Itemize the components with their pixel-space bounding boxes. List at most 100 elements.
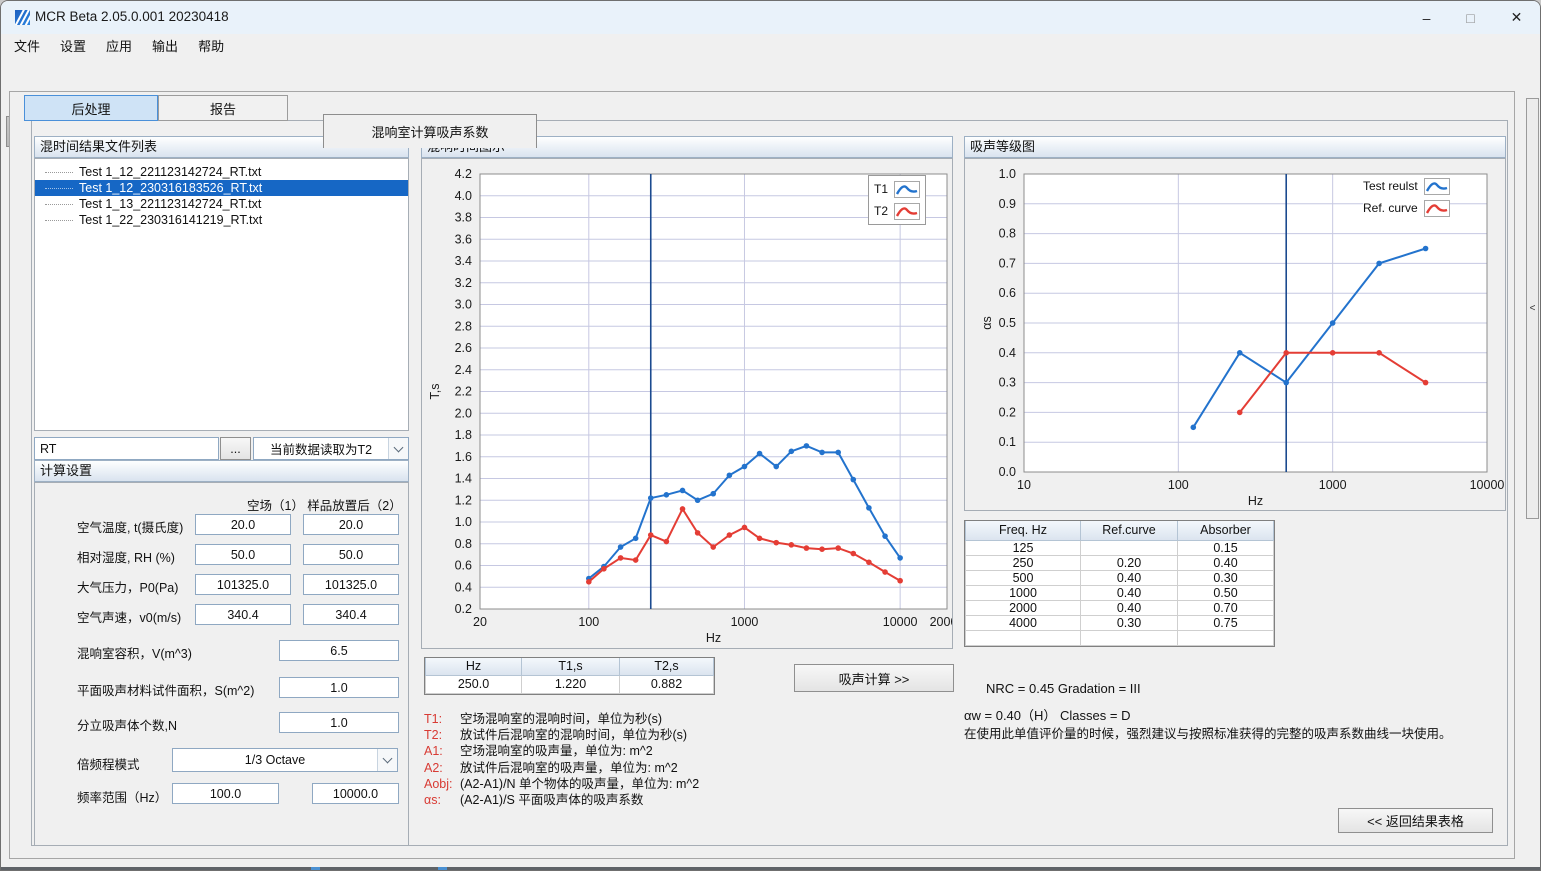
list-item[interactable]: Test 1_13_221123142724_RT.txt [35,196,408,212]
taskbar-icon-sliver [311,867,320,870]
table-row[interactable]: 250.01.2200.882 [426,675,714,693]
table-header-row: Freq. HzRef.curveAbsorber [966,521,1274,540]
rt-name-input[interactable] [34,437,219,460]
svg-text:10000: 10000 [883,615,918,629]
absorption-calc-button[interactable]: 吸声计算 >> [794,664,954,692]
param-value-2[interactable] [303,574,399,595]
table-cell: 0.40 [1081,585,1178,600]
data-mode-value: 当前数据读取为T2 [254,439,388,458]
data-mode-dropdown[interactable]: 当前数据读取为T2 [253,437,409,460]
column-header: Hz [426,658,522,675]
file-name: Test 1_13_221123142724_RT.txt [79,197,261,211]
param-value[interactable] [279,640,399,661]
menu-item-文件[interactable]: 文件 [11,34,43,57]
tree-branch-icon [45,204,73,205]
rt-readout-table: HzT1,sT2,s250.01.2200.882 [424,657,715,695]
collapse-panel-strip[interactable]: < [1526,98,1539,519]
param-value-2[interactable] [303,604,399,625]
tab-strip: 文档设置通道设置混响室计算吸声系数 [1,57,1540,91]
note-key: αs: [424,792,460,808]
svg-text:2.6: 2.6 [455,341,472,355]
svg-text:Hz: Hz [706,631,721,645]
close-icon[interactable]: ✕ [1494,1,1539,34]
param-value-1[interactable] [195,514,291,535]
tab-混响室计算吸声系数[interactable]: 混响室计算吸声系数 [323,114,537,148]
note-line: Aobj:(A2-A1)/N 单个物体的吸声量，单位为: m^2 [424,776,699,792]
menu-bar: 文件设置应用输出帮助 [1,34,1540,57]
table-cell: 0.30 [1178,570,1274,585]
param-value-1[interactable] [195,544,291,565]
subtab-报告[interactable]: 报告 [158,95,288,121]
svg-text:1.0: 1.0 [999,167,1016,181]
table-cell: 125 [966,540,1081,555]
minimize-icon[interactable]: – [1404,1,1449,34]
list-item[interactable]: Test 1_12_230316183526_RT.txt [35,180,408,196]
menu-item-帮助[interactable]: 帮助 [195,34,227,57]
return-results-button[interactable]: << 返回结果表格 [1338,808,1493,833]
table-cell: 1.220 [522,675,620,693]
table-cell: 250 [966,555,1081,570]
legend-entry: Ref. curve [1363,197,1450,219]
freq-max-input[interactable] [312,783,399,804]
param-value-2[interactable] [303,544,399,565]
octave-mode-dropdown[interactable]: 1/3 Octave [172,748,398,772]
calc-settings-title: 计算设置 [34,460,409,482]
param-value[interactable] [279,712,399,733]
table-row[interactable]: 5000.400.30 [966,570,1274,585]
param-value-1[interactable] [195,574,291,595]
subtab-后处理[interactable]: 后处理 [24,95,158,121]
param-value-1[interactable] [195,604,291,625]
table-row[interactable] [966,630,1274,645]
svg-text:10: 10 [1017,478,1031,492]
table-row[interactable]: 2500.200.40 [966,555,1274,570]
legend-entry: Test reulst [1363,175,1450,197]
list-item[interactable]: Test 1_22_230316141219_RT.txt [35,212,408,228]
freq-min-input[interactable] [172,783,279,804]
maximize-icon[interactable]: □ [1448,1,1493,34]
note-text: 放试件后混响室的吸声量，单位为: m^2 [460,760,678,776]
browse-button[interactable]: ... [220,437,251,460]
menu-item-输出[interactable]: 输出 [149,34,181,57]
curve-icon [894,203,920,220]
freq-range-label: 频率范围（Hz） [77,787,167,806]
note-key: A2: [424,760,460,776]
param-label: 相对湿度, RH (%) [77,547,175,566]
param-value-2[interactable] [303,514,399,535]
legend-label: T1 [874,182,888,196]
table-cell: 1000 [966,585,1081,600]
svg-text:3.4: 3.4 [455,254,472,268]
note-key: Aobj: [424,776,460,792]
table-row[interactable]: 20000.400.70 [966,600,1274,615]
svg-text:3.8: 3.8 [455,211,472,225]
grade-chart[interactable]: 0.00.10.20.30.40.50.60.70.80.91.01010010… [964,158,1506,511]
svg-text:1000: 1000 [1319,478,1347,492]
column-header: Absorber [1178,521,1274,540]
table-row[interactable]: 40000.300.75 [966,615,1274,630]
table-row[interactable]: 10000.400.50 [966,585,1274,600]
svg-text:0.8: 0.8 [455,537,472,551]
menu-item-设置[interactable]: 设置 [57,34,89,57]
param-value[interactable] [279,677,399,698]
table-cell: 0.882 [620,675,714,693]
svg-text:2.0: 2.0 [455,406,472,420]
tree-branch-icon [45,172,73,173]
chart-canvas[interactable]: 0.20.40.60.81.01.21.41.61.82.02.22.42.62… [422,159,952,648]
menu-item-应用[interactable]: 应用 [103,34,135,57]
note-line: A2:放试件后混响室的吸声量，单位为: m^2 [424,760,699,776]
table-cell [1081,540,1178,555]
table-cell: 250.0 [426,675,522,693]
note-line: T2:放试件后混响室的混响时间，单位为秒(s) [424,727,699,743]
svg-text:0.9: 0.9 [999,197,1016,211]
curve-icon [1424,200,1450,217]
chevron-down-icon [388,438,408,459]
column-header: T1,s [522,658,620,675]
table-cell: 4000 [966,615,1081,630]
table-row[interactable]: 1250.15 [966,540,1274,555]
rt-chart[interactable]: 0.20.40.60.81.01.21.41.61.82.02.22.42.62… [421,158,953,649]
svg-text:0.4: 0.4 [455,580,472,594]
file-list[interactable]: Test 1_12_221123142724_RT.txtTest 1_12_2… [34,158,409,431]
grade-table[interactable]: Freq. HzRef.curveAbsorber1250.152500.200… [964,520,1275,647]
param-label: 混响室容积，V(m^3) [77,643,192,662]
list-item[interactable]: Test 1_12_221123142724_RT.txt [35,164,408,180]
table-cell: 0.30 [1081,615,1178,630]
